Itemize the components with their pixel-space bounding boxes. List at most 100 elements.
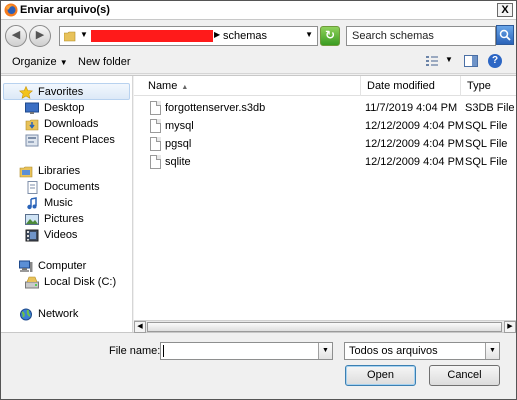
file-date: 12/12/2009 4:04 PM <box>365 120 465 132</box>
sidebar-item-favorites[interactable]: Favorites <box>18 84 84 100</box>
file-type-dropdown-icon[interactable]: ▼ <box>485 343 499 359</box>
file-date: 11/7/2019 4:04 PM <box>365 102 458 114</box>
videos-icon <box>25 229 39 242</box>
file-date: 12/12/2009 4:04 PM <box>365 156 465 168</box>
pictures-icon <box>25 213 39 226</box>
sidebar-item-music[interactable]: Music <box>25 195 73 211</box>
file-name-input[interactable]: ▼ <box>160 342 333 360</box>
file-type: SQL File <box>465 156 508 168</box>
search-placeholder: Search schemas <box>352 30 434 42</box>
file-name: pgsql <box>165 138 192 150</box>
sidebar-item-label: Computer <box>38 260 87 272</box>
column-header-type[interactable]: Type <box>461 76 516 96</box>
file-icon <box>150 155 161 169</box>
firefox-icon <box>4 3 18 17</box>
sidebar-item-label: Network <box>38 308 79 320</box>
computer-icon <box>19 260 33 273</box>
sidebar-item-label: Music <box>44 197 73 209</box>
column-header-date[interactable]: Date modified <box>361 76 461 96</box>
sidebar-item-local-disk[interactable]: Local Disk (C:) <box>25 274 116 290</box>
redacted-path-segment <box>91 30 213 42</box>
column-header-name[interactable]: Name ▲ <box>134 76 361 96</box>
search-icon <box>499 29 511 41</box>
sort-ascending-icon: ▲ <box>181 84 189 91</box>
folder-icon <box>64 31 76 42</box>
sidebar-item-network[interactable]: Network <box>19 306 78 322</box>
file-icon <box>150 119 161 133</box>
refresh-button[interactable]: ↻ <box>320 26 340 46</box>
sidebar-item-pictures[interactable]: Pictures <box>25 211 84 227</box>
sidebar-item-videos[interactable]: Videos <box>25 227 77 243</box>
music-icon <box>25 196 39 210</box>
column-header-row: Name ▲ Date modified Type <box>134 76 516 96</box>
back-button[interactable]: ◀ <box>5 25 27 47</box>
sidebar-item-label: Documents <box>44 181 100 193</box>
organize-menu[interactable]: Organize ▼ <box>12 56 68 68</box>
breadcrumb-separator-icon[interactable]: ▶ <box>214 30 220 39</box>
file-icon <box>150 101 161 115</box>
text-caret <box>163 345 164 357</box>
file-name: forgottenserver.s3db <box>165 102 266 114</box>
address-dropdown-icon[interactable]: ▼ <box>305 30 313 39</box>
scroll-left-icon[interactable]: ◀ <box>134 321 146 333</box>
horizontal-scrollbar[interactable]: ◀ ▶ <box>134 320 516 333</box>
column-header-label: Name <box>148 80 178 92</box>
preview-pane-icon[interactable] <box>464 55 478 67</box>
table-row[interactable]: sqlite 12/12/2009 4:04 PM SQL File <box>134 154 516 171</box>
command-bar: Organize ▼ New folder ▼ ? <box>1 50 516 74</box>
file-type: S3DB File <box>465 102 515 114</box>
sidebar-item-libraries[interactable]: Libraries <box>19 163 80 179</box>
address-bar[interactable]: ▼ ▶ schemas ▼ <box>59 26 318 46</box>
organize-dropdown-icon: ▼ <box>59 58 68 67</box>
organize-label: Organize <box>12 56 57 68</box>
libraries-icon <box>19 165 33 178</box>
file-type-select[interactable]: Todos os arquivos ▼ <box>344 342 500 360</box>
breadcrumb-separator-icon[interactable]: ▼ <box>79 30 89 39</box>
refresh-icon: ↻ <box>324 28 336 42</box>
new-folder-button[interactable]: New folder <box>78 56 131 68</box>
file-type: SQL File <box>465 120 508 132</box>
scrollbar-thumb[interactable] <box>147 322 502 332</box>
table-row[interactable]: forgottenserver.s3db 11/7/2019 4:04 PM S… <box>134 100 516 117</box>
documents-icon <box>25 180 39 194</box>
file-upload-dialog: Enviar arquivo(s) X ◀ ▶ ▼ ▶ schemas ▼ ↻ … <box>0 0 517 400</box>
sidebar-item-label: Favorites <box>38 86 84 98</box>
title-bar: Enviar arquivo(s) X <box>1 1 516 20</box>
sidebar-item-downloads[interactable]: Downloads <box>25 116 98 132</box>
forward-button[interactable]: ▶ <box>29 25 51 47</box>
main-area: Favorites Desktop Downloads Recent Place… <box>1 75 516 333</box>
file-type: SQL File <box>465 138 508 150</box>
close-button[interactable]: X <box>497 3 513 17</box>
scroll-right-icon[interactable]: ▶ <box>504 321 516 333</box>
open-button[interactable]: Open <box>345 365 416 386</box>
cancel-button[interactable]: Cancel <box>429 365 500 386</box>
search-input[interactable]: Search schemas <box>346 26 496 46</box>
sidebar-item-documents[interactable]: Documents <box>25 179 100 195</box>
downloads-icon <box>25 118 39 131</box>
breadcrumb-current[interactable]: schemas <box>223 30 267 42</box>
sidebar-item-desktop[interactable]: Desktop <box>25 100 84 116</box>
file-list[interactable]: Name ▲ Date modified Type forgottenserver… <box>134 76 516 333</box>
address-row: ◀ ▶ ▼ ▶ schemas ▼ ↻ Search schemas <box>1 21 516 49</box>
window-title: Enviar arquivo(s) <box>20 4 110 16</box>
table-row[interactable]: pgsql 12/12/2009 4:04 PM SQL File <box>134 136 516 153</box>
back-arrow-icon: ◀ <box>11 29 21 41</box>
desktop-icon <box>25 102 39 115</box>
help-icon[interactable]: ? <box>488 54 502 68</box>
star-icon <box>18 85 34 99</box>
column-header-label: Type <box>467 80 491 92</box>
view-options-icon[interactable] <box>425 55 439 67</box>
sidebar-item-recent-places[interactable]: Recent Places <box>25 132 115 148</box>
table-row[interactable]: mysql 12/12/2009 4:04 PM SQL File <box>134 118 516 135</box>
close-icon: X <box>501 4 509 16</box>
file-name-dropdown-icon[interactable]: ▼ <box>318 343 332 359</box>
column-header-label: Date modified <box>367 80 435 92</box>
search-button[interactable] <box>496 25 514 45</box>
sidebar-item-computer[interactable]: Computer <box>19 258 86 274</box>
recent-places-icon <box>25 134 39 147</box>
navigation-pane[interactable]: Favorites Desktop Downloads Recent Place… <box>1 76 133 332</box>
sidebar-item-label: Desktop <box>44 102 85 114</box>
view-dropdown-icon[interactable]: ▼ <box>445 55 453 64</box>
file-type-value: Todos os arquivos <box>349 345 438 357</box>
file-icon <box>150 137 161 151</box>
